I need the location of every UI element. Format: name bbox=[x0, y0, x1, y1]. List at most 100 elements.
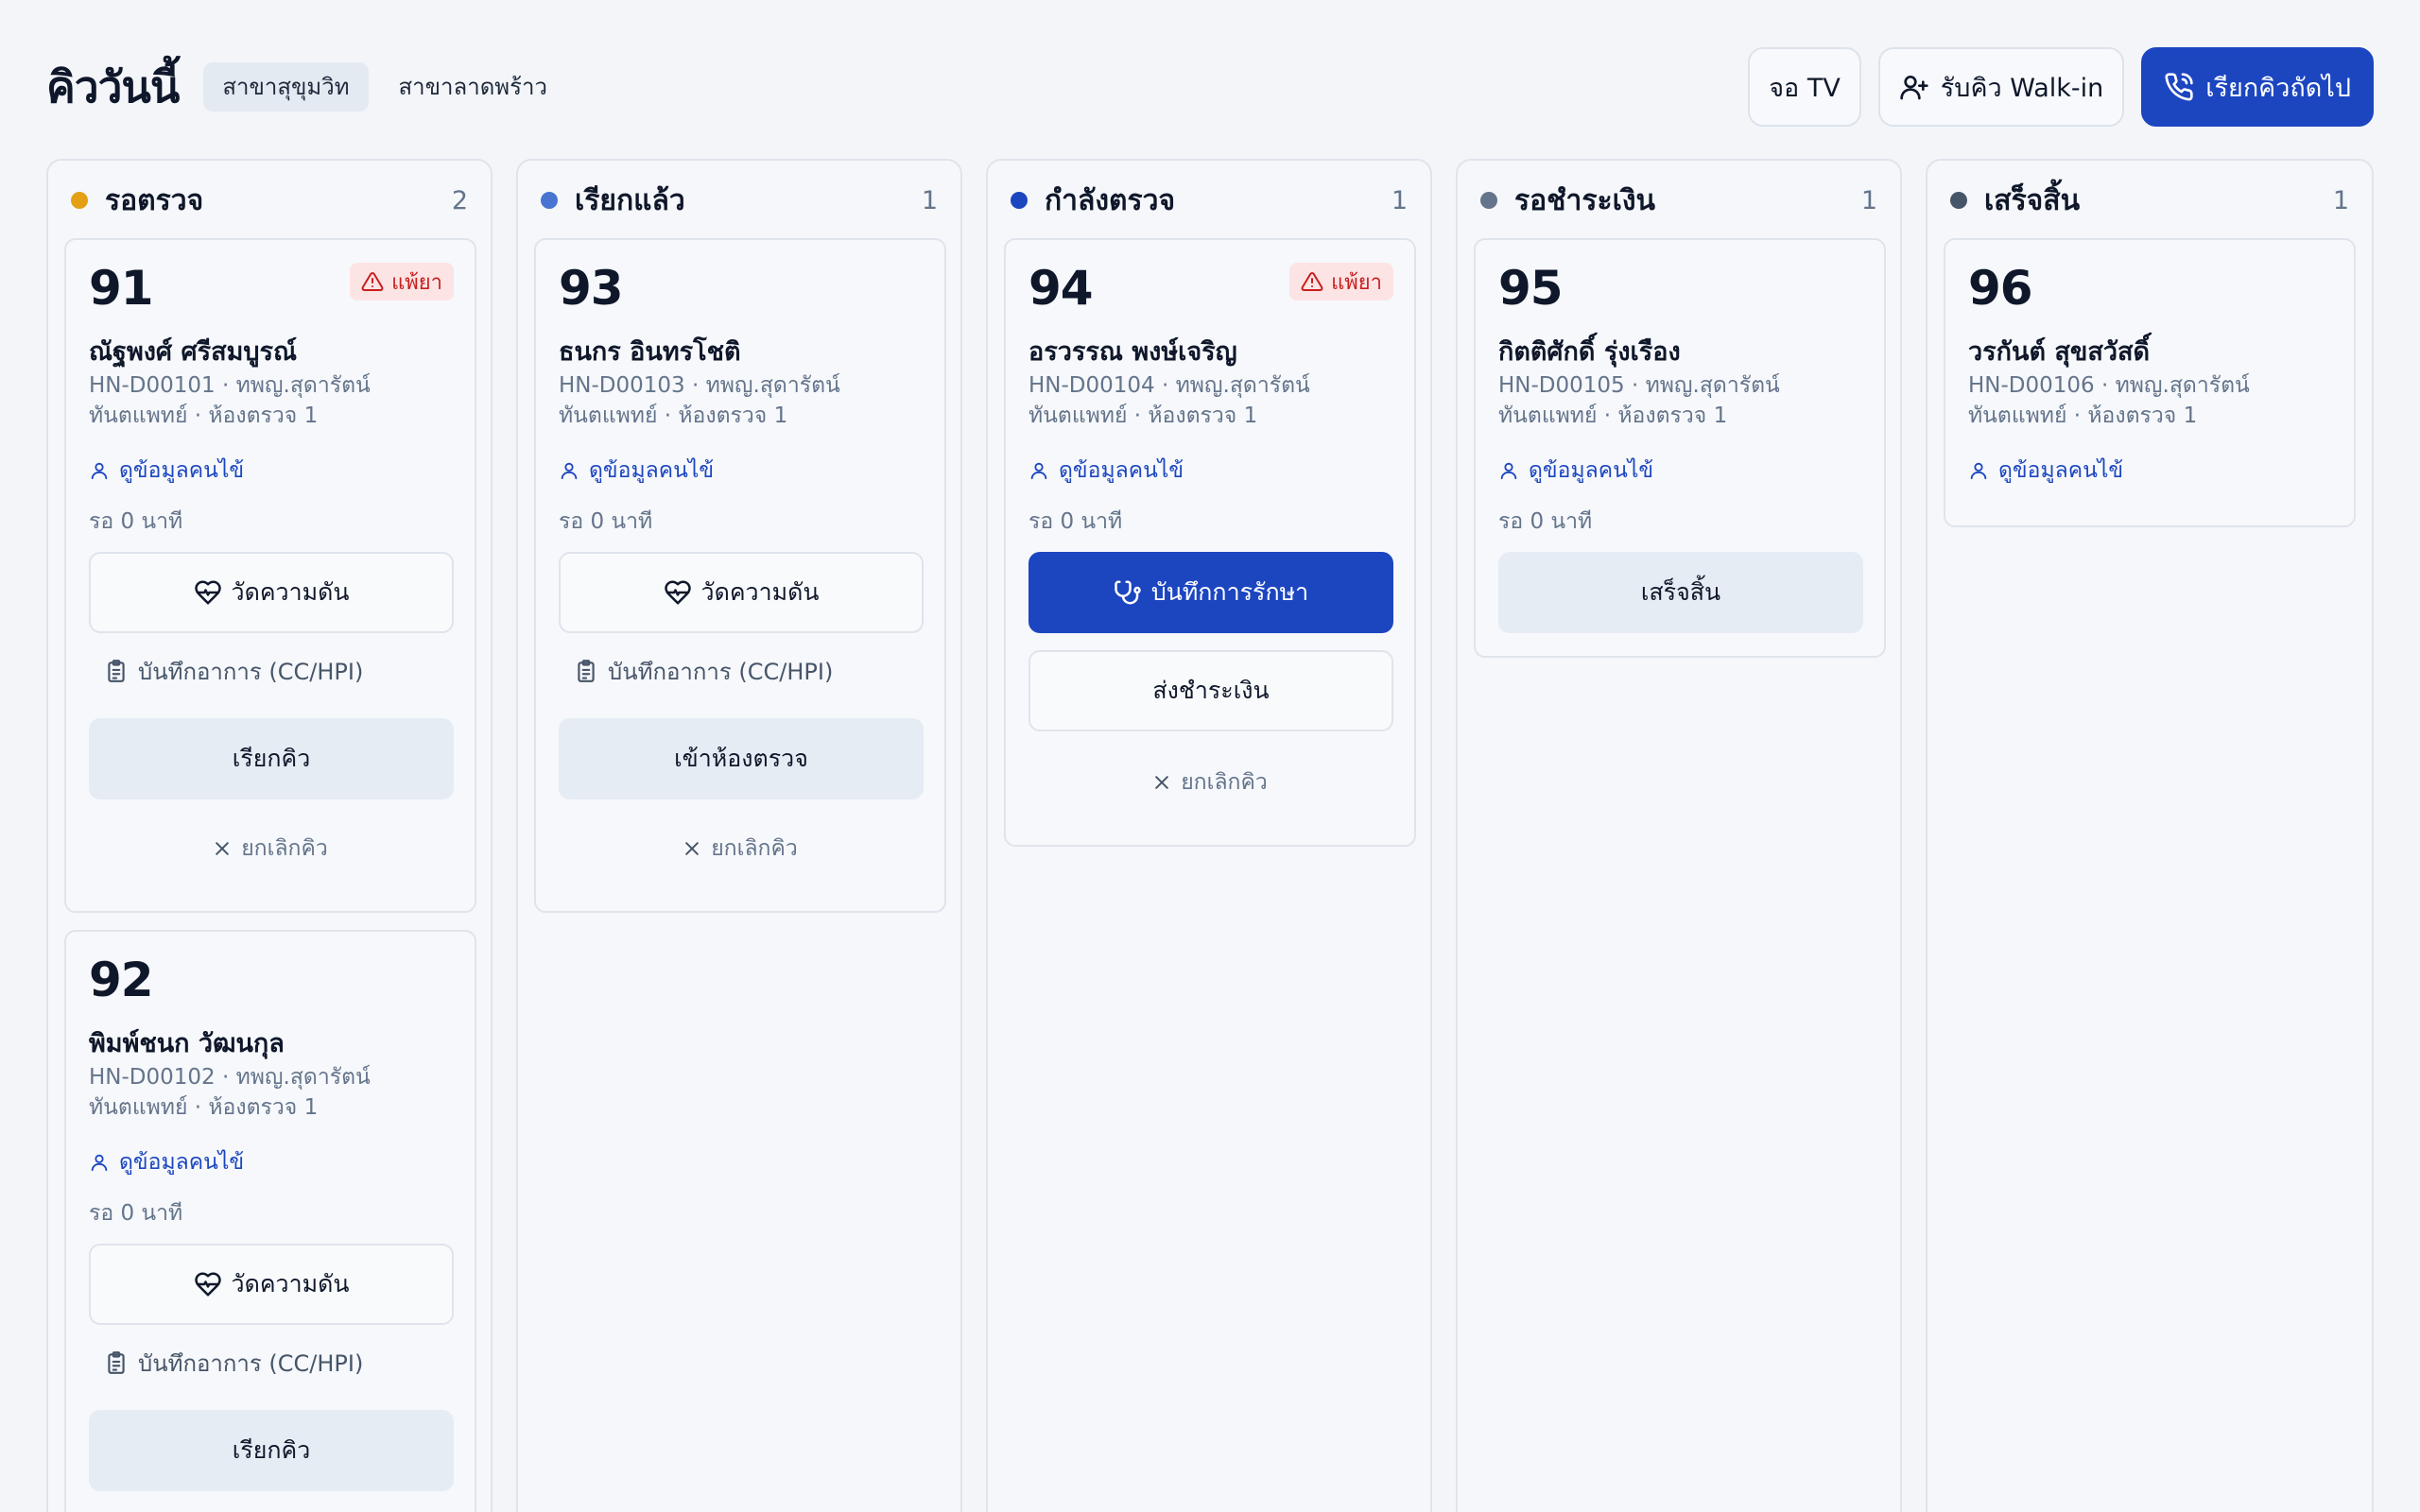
measure-bp-button[interactable]: วัดความดัน bbox=[559, 552, 924, 633]
view-patient-link[interactable]: ดูข้อมูลคนไข้ bbox=[1498, 454, 1653, 488]
send-to-payment-button[interactable]: ส่งชำระเงิน bbox=[1028, 650, 1393, 731]
record-symptoms-button[interactable]: บันทึกอาการ (CC/HPI) bbox=[89, 1344, 454, 1382]
call-queue-button[interactable]: เรียกคิว bbox=[89, 1410, 454, 1491]
column-awaiting-payment: รอชำระเงิน 1 95 กิตติศักดิ์ รุ่งเรือง HN… bbox=[1456, 159, 1902, 1512]
queue-card-94[interactable]: 94 แพ้ยา อรวรรณ พงษ์เจริญ HN-D00104 · ทพ… bbox=[1004, 238, 1416, 847]
walkin-label: รับคิว Walk-in bbox=[1940, 73, 2104, 103]
record-symptoms-label: บันทึกอาการ (CC/HPI) bbox=[608, 658, 834, 685]
heart-pulse-icon bbox=[194, 580, 221, 605]
clipboard-icon bbox=[108, 660, 125, 682]
queue-number: 96 bbox=[1968, 261, 2033, 316]
complete-label: เสร็จสิ้น bbox=[1640, 578, 1721, 606]
allergy-label: แพ้ยา bbox=[1331, 270, 1382, 295]
column-header: เรียกแล้ว 1 bbox=[541, 181, 938, 219]
view-patient-label: ดูข้อมูลคนไข้ bbox=[119, 1150, 245, 1175]
patient-hn-doctor: HN-D00105 · ทพญ.สุดารัตน์ bbox=[1498, 373, 1780, 398]
column-in-exam: กำลังตรวจ 1 94 แพ้ยา อรวรรณ พงษ์เจริญ HN… bbox=[986, 159, 1432, 1512]
enter-exam-room-button[interactable]: เข้าห้องตรวจ bbox=[559, 718, 924, 799]
column-header: กำลังตรวจ 1 bbox=[1011, 181, 1408, 219]
column-count: 1 bbox=[1860, 185, 1877, 215]
queue-card-92[interactable]: 92 พิมพ์ชนก วัฒนกุล HN-D00102 · ทพญ.สุดา… bbox=[64, 930, 476, 1512]
column-header: รอตรวจ 2 bbox=[71, 181, 468, 219]
cancel-queue-button[interactable]: ยกเลิกคิว bbox=[536, 830, 944, 868]
call-queue-label: เรียกคิว bbox=[232, 745, 311, 772]
record-symptoms-label: บันทึกอาการ (CC/HPI) bbox=[138, 1349, 364, 1377]
column-title: กำลังตรวจ bbox=[1045, 183, 1176, 217]
queue-board: รอตรวจ 2 91 แพ้ยา ณัฐพงศ์ ศรีสมบูรณ์ HN-… bbox=[46, 159, 2374, 1512]
status-dot bbox=[541, 192, 558, 209]
tv-display-label: จอ TV bbox=[1769, 73, 1841, 103]
complete-button[interactable]: เสร็จสิ้น bbox=[1498, 552, 1863, 633]
queue-number: 93 bbox=[559, 261, 624, 316]
wait-time: รอ 0 นาที bbox=[1028, 509, 1123, 534]
clipboard-icon bbox=[578, 660, 595, 682]
view-patient-label: ดูข้อมูลคนไข้ bbox=[1529, 458, 1654, 483]
view-patient-link[interactable]: ดูข้อมูลคนไข้ bbox=[1968, 454, 2123, 488]
measure-bp-button[interactable]: วัดความดัน bbox=[89, 552, 454, 633]
queue-card-95[interactable]: 95 กิตติศักดิ์ รุ่งเรือง HN-D00105 · ทพญ… bbox=[1474, 238, 1886, 658]
patient-hn-doctor: HN-D00102 · ทพญ.สุดารัตน์ bbox=[89, 1065, 371, 1090]
view-patient-label: ดูข้อมูลคนไข้ bbox=[1998, 458, 2124, 483]
queue-number: 95 bbox=[1498, 261, 1564, 316]
measure-bp-label: วัดความดัน bbox=[231, 1270, 350, 1297]
view-patient-link[interactable]: ดูข้อมูลคนไข้ bbox=[89, 454, 244, 488]
user-icon bbox=[91, 462, 108, 480]
patient-department-room: ทันตแพทย์ · ห้องตรวจ 1 bbox=[559, 404, 788, 428]
column-count: 1 bbox=[2332, 185, 2349, 215]
patient-hn-doctor: HN-D00106 · ทพญ.สุดารัตน์ bbox=[1968, 373, 2250, 398]
view-patient-link[interactable]: ดูข้อมูลคนไข้ bbox=[559, 454, 714, 488]
close-icon bbox=[216, 842, 230, 855]
branch-tab-sukhumvit[interactable]: สาขาสุขุมวิท bbox=[203, 62, 369, 112]
record-symptoms-button[interactable]: บันทึกอาการ (CC/HPI) bbox=[559, 652, 924, 690]
close-icon bbox=[685, 842, 700, 855]
page-header: คิววันนี้ สาขาสุขุมวิท สาขาลาดพร้าว จอ T… bbox=[46, 47, 2374, 127]
cancel-queue-label: ยกเลิกคิว bbox=[1181, 770, 1268, 795]
branch-tab-ladprao[interactable]: สาขาลาดพร้าว bbox=[380, 62, 566, 112]
measure-bp-button[interactable]: วัดความดัน bbox=[89, 1244, 454, 1325]
patient-hn-doctor: HN-D00103 · ทพญ.สุดารัตน์ bbox=[559, 373, 840, 398]
patient-name: ธนกร อินทรโชติ bbox=[559, 337, 741, 367]
allergy-label: แพ้ยา bbox=[391, 270, 442, 295]
record-treatment-button[interactable]: บันทึกการรักษา bbox=[1028, 552, 1393, 633]
header-actions: จอ TV รับคิว Walk-in เรียกคิวถัดไป bbox=[1748, 47, 2374, 127]
view-patient-link[interactable]: ดูข้อมูลคนไข้ bbox=[89, 1145, 244, 1179]
call-next-button[interactable]: เรียกคิวถัดไป bbox=[2141, 47, 2374, 127]
wait-time: รอ 0 นาที bbox=[559, 509, 653, 534]
view-patient-label: ดูข้อมูลคนไข้ bbox=[1059, 458, 1184, 483]
view-patient-link[interactable]: ดูข้อมูลคนไข้ bbox=[1028, 454, 1184, 488]
user-icon bbox=[1500, 462, 1517, 480]
cancel-queue-label: ยกเลิกคิว bbox=[241, 836, 328, 861]
column-waiting: รอตรวจ 2 91 แพ้ยา ณัฐพงศ์ ศรีสมบูรณ์ HN-… bbox=[46, 159, 493, 1512]
record-symptoms-button[interactable]: บันทึกอาการ (CC/HPI) bbox=[89, 652, 454, 690]
heart-pulse-icon bbox=[194, 1272, 221, 1297]
queue-card-91[interactable]: 91 แพ้ยา ณัฐพงศ์ ศรีสมบูรณ์ HN-D00101 · … bbox=[64, 238, 476, 913]
wait-time: รอ 0 นาที bbox=[89, 1201, 183, 1226]
queue-number: 91 bbox=[89, 261, 154, 316]
walkin-button[interactable]: รับคิว Walk-in bbox=[1877, 47, 2125, 127]
warning-icon bbox=[361, 271, 384, 291]
column-count: 2 bbox=[451, 185, 468, 215]
status-dot bbox=[1950, 192, 1967, 209]
queue-card-96[interactable]: 96 วรกันต์ สุขสวัสดิ์ HN-D00106 · ทพญ.สุ… bbox=[1944, 238, 2356, 527]
clipboard-icon bbox=[108, 1351, 125, 1374]
status-dot bbox=[1011, 192, 1028, 209]
call-queue-button[interactable]: เรียกคิว bbox=[89, 718, 454, 799]
allergy-badge: แพ้ยา bbox=[350, 263, 454, 301]
column-title: เสร็จสิ้น bbox=[1984, 183, 2081, 217]
column-called: เรียกแล้ว 1 93 ธนกร อินทรโชติ HN-D00103 … bbox=[516, 159, 962, 1512]
patient-name: กิตติศักดิ์ รุ่งเรือง bbox=[1498, 337, 1681, 367]
cancel-queue-button[interactable]: ยกเลิกคิว bbox=[66, 830, 475, 868]
patient-department-room: ทันตแพทย์ · ห้องตรวจ 1 bbox=[1968, 404, 2198, 428]
warning-icon bbox=[1301, 271, 1323, 291]
queue-number: 94 bbox=[1028, 261, 1094, 316]
column-header: รอชำระเงิน 1 bbox=[1480, 181, 1877, 219]
column-header: เสร็จสิ้น 1 bbox=[1950, 181, 2349, 219]
send-to-payment-label: ส่งชำระเงิน bbox=[1152, 677, 1270, 704]
patient-name: พิมพ์ชนก วัฒนกุล bbox=[89, 1029, 285, 1058]
phone-call-icon bbox=[2165, 73, 2193, 101]
patient-department-room: ทันตแพทย์ · ห้องตรวจ 1 bbox=[89, 1095, 319, 1120]
tv-display-button[interactable]: จอ TV bbox=[1748, 47, 1861, 127]
user-icon bbox=[91, 1154, 108, 1172]
cancel-queue-button[interactable]: ยกเลิกคิว bbox=[1006, 764, 1414, 801]
queue-card-93[interactable]: 93 ธนกร อินทรโชติ HN-D00103 · ทพญ.สุดารั… bbox=[534, 238, 946, 913]
